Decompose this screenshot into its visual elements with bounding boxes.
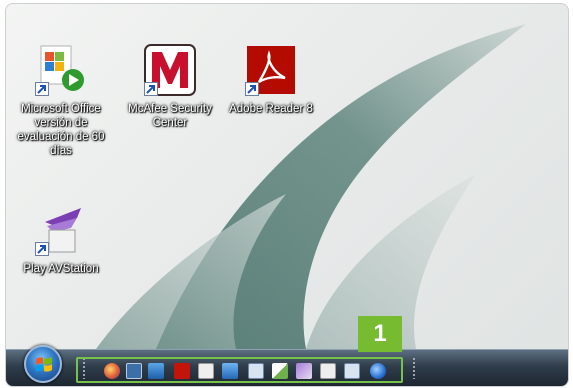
desktop-icon-adobe-reader[interactable]: Adobe Reader 8 bbox=[216, 44, 326, 116]
document-icon[interactable] bbox=[272, 363, 288, 379]
monitor-icon[interactable] bbox=[148, 363, 164, 379]
screenshot-frame: Microsoft Office versión de evaluación d… bbox=[5, 3, 569, 387]
shortcut-arrow-icon bbox=[35, 82, 49, 96]
mcafee-icon bbox=[144, 44, 196, 96]
notes-icon[interactable] bbox=[296, 363, 312, 379]
play-avstation-icon bbox=[35, 204, 87, 256]
shortcut-icon[interactable] bbox=[198, 363, 214, 379]
desktop-icon-label: McAfee Security Center bbox=[128, 103, 212, 129]
desktop-icon-label: Microsoft Office versión de evaluación d… bbox=[17, 103, 105, 157]
windows-start-orb-icon[interactable] bbox=[24, 345, 62, 383]
acrobat-icon[interactable] bbox=[174, 363, 190, 379]
shortcut-arrow-icon bbox=[144, 82, 158, 96]
desktop-icon[interactable] bbox=[126, 363, 142, 379]
desktop-icon-mcafee-security-center[interactable]: McAfee Security Center bbox=[115, 44, 225, 130]
quick-launch-toolbar bbox=[76, 357, 403, 383]
shortcut-icon[interactable] bbox=[320, 363, 336, 379]
desktop-icon-label: Adobe Reader 8 bbox=[229, 103, 313, 115]
calculator-icon[interactable] bbox=[248, 363, 264, 379]
browser-icon[interactable] bbox=[104, 363, 120, 379]
callout-number-badge: 1 bbox=[358, 316, 402, 352]
desktop-icon-label: Play AVStation bbox=[23, 263, 99, 275]
network-icon[interactable] bbox=[222, 363, 238, 379]
shortcut-arrow-icon bbox=[245, 82, 259, 96]
desktop-icon-microsoft-office[interactable]: Microsoft Office versión de evaluación d… bbox=[6, 44, 116, 158]
globe-icon[interactable] bbox=[370, 363, 386, 379]
calculator-icon[interactable] bbox=[344, 363, 360, 379]
shortcut-arrow-icon bbox=[35, 242, 49, 256]
taskbar-grip[interactable] bbox=[412, 357, 416, 379]
microsoft-office-icon bbox=[35, 44, 87, 96]
adobe-reader-icon bbox=[245, 44, 297, 96]
desktop-icon-play-avstation[interactable]: Play AVStation bbox=[6, 204, 116, 276]
